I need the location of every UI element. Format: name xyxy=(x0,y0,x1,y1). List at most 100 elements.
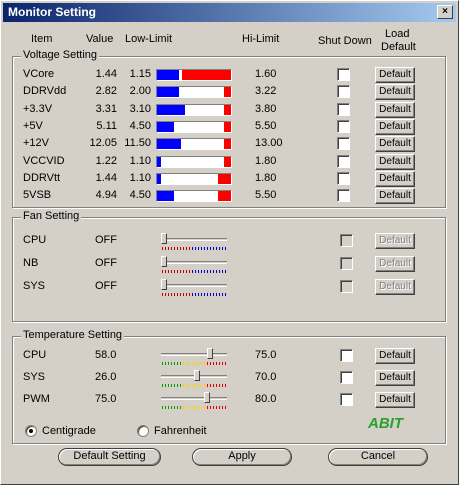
low-limit-fill xyxy=(157,139,181,150)
voltage-shutdown-checkbox[interactable] xyxy=(337,119,350,133)
temperature-value: 75.0 xyxy=(95,393,117,405)
voltage-shutdown-checkbox[interactable] xyxy=(337,68,350,81)
fan-item-label: CPU xyxy=(23,234,47,246)
voltage-hi-limit: 1.60 xyxy=(255,68,277,80)
voltage-range-bar[interactable] xyxy=(156,138,232,151)
voltage-range-bar[interactable] xyxy=(156,103,232,116)
voltage-default-button[interactable]: Default xyxy=(375,153,415,170)
fan-setting-label: Fan Setting xyxy=(21,210,82,222)
fan-speed-slider[interactable] xyxy=(161,279,227,299)
hi-limit-fill xyxy=(217,191,231,202)
fahrenheit-radio[interactable] xyxy=(137,425,149,437)
temperature-hi-limit: 75.0 xyxy=(255,349,277,361)
low-limit-fill xyxy=(157,70,180,80)
voltage-item-label: VCore xyxy=(23,68,55,80)
temperature-default-button[interactable]: Default xyxy=(375,348,415,364)
fan-shutdown-checkbox[interactable] xyxy=(340,234,353,247)
voltage-item-label: +5V xyxy=(23,119,43,132)
slider-thumb[interactable] xyxy=(161,233,167,244)
fan-speed-slider[interactable] xyxy=(161,256,227,276)
voltage-item-label: +3.3V xyxy=(23,102,53,115)
slider-thumb[interactable] xyxy=(204,392,211,403)
temperature-default-button[interactable]: Default xyxy=(375,370,415,386)
fan-shutdown-checkbox[interactable] xyxy=(340,257,353,270)
low-limit-fill xyxy=(157,87,180,98)
voltage-hi-limit: 3.80 xyxy=(255,102,277,115)
slider-thumb[interactable] xyxy=(206,348,213,359)
low-limit-fill xyxy=(157,173,162,184)
voltage-shutdown-checkbox[interactable] xyxy=(337,85,350,99)
voltage-value: 5.11 xyxy=(96,119,117,132)
fan-default-button[interactable]: Default xyxy=(375,279,415,295)
hi-limit-fill xyxy=(223,121,231,132)
voltage-hi-limit: 13.00 xyxy=(255,137,283,150)
fan-item-label: NB xyxy=(23,257,39,269)
voltage-shutdown-checkbox[interactable] xyxy=(337,171,350,185)
temperature-shutdown-checkbox[interactable] xyxy=(340,371,353,384)
fan-shutdown-checkbox[interactable] xyxy=(340,280,353,293)
slider-thumb[interactable] xyxy=(194,370,200,381)
voltage-range-bar[interactable] xyxy=(156,69,232,81)
voltage-low-limit: 1.10 xyxy=(129,171,151,184)
centigrade-radio[interactable] xyxy=(25,425,37,437)
slider-scale xyxy=(162,384,226,387)
apply-button[interactable]: Apply xyxy=(192,448,292,466)
monitor-setting-window: Monitor Setting × Item Value Low-Limit H… xyxy=(0,0,459,485)
voltage-default-button[interactable]: Default xyxy=(375,67,415,83)
low-limit-fill xyxy=(157,104,186,115)
temperature-default-button[interactable]: Default xyxy=(375,392,415,408)
slider-thumb[interactable] xyxy=(161,279,167,290)
temperature-limit-slider[interactable] xyxy=(161,370,227,390)
fan-default-button[interactable]: Default xyxy=(375,233,415,249)
voltage-low-limit: 1.15 xyxy=(129,68,151,80)
fan-value: OFF xyxy=(95,280,117,292)
fan-default-button[interactable]: Default xyxy=(375,256,415,272)
temperature-item-label: PWM xyxy=(23,393,50,405)
voltage-hi-limit: 5.50 xyxy=(255,189,277,202)
voltage-default-button[interactable]: Default xyxy=(375,188,415,205)
cancel-button[interactable]: Cancel xyxy=(328,448,428,466)
temperature-value: 58.0 xyxy=(95,349,117,361)
temperature-setting-label: Temperature Setting xyxy=(21,329,125,341)
voltage-shutdown-checkbox[interactable] xyxy=(337,102,350,116)
voltage-range-bar[interactable] xyxy=(156,120,232,133)
temperature-limit-slider[interactable] xyxy=(161,392,227,412)
voltage-value: 1.44 xyxy=(95,68,117,80)
fan-value: OFF xyxy=(95,257,117,269)
temperature-value: 26.0 xyxy=(95,371,117,383)
voltage-value: 2.82 xyxy=(95,85,117,98)
voltage-default-button[interactable]: Default xyxy=(375,136,415,153)
temperature-limit-slider[interactable] xyxy=(161,348,227,368)
voltage-range-bar[interactable] xyxy=(156,86,232,99)
voltage-range-bar[interactable] xyxy=(156,155,232,168)
voltage-item-label: 5VSB xyxy=(23,189,52,202)
voltage-low-limit: 3.10 xyxy=(129,102,151,115)
voltage-shutdown-checkbox[interactable] xyxy=(337,189,350,203)
temperature-shutdown-checkbox[interactable] xyxy=(340,393,353,406)
voltage-range-bar[interactable] xyxy=(156,190,232,203)
header-item: Item xyxy=(31,33,53,45)
low-limit-fill xyxy=(157,191,175,202)
voltage-low-limit: 2.00 xyxy=(129,85,151,98)
voltage-value: 4.94 xyxy=(95,189,117,202)
temperature-shutdown-checkbox[interactable] xyxy=(340,349,353,362)
voltage-default-button[interactable]: Default xyxy=(375,118,415,135)
voltage-shutdown-checkbox[interactable] xyxy=(337,137,350,151)
slider-thumb[interactable] xyxy=(161,256,167,267)
default-setting-button[interactable]: Default Setting xyxy=(58,448,161,466)
header-shut-down: Shut Down xyxy=(318,35,372,47)
voltage-item-label: DDRVtt xyxy=(23,171,61,184)
title-bar[interactable]: Monitor Setting × xyxy=(3,3,456,22)
close-button[interactable]: × xyxy=(437,5,453,19)
voltage-shutdown-checkbox[interactable] xyxy=(337,154,350,168)
slider-scale xyxy=(162,362,226,365)
slider-scale xyxy=(162,293,226,296)
voltage-default-button[interactable]: Default xyxy=(375,84,415,101)
centigrade-label: Centigrade xyxy=(42,425,96,437)
voltage-range-bar[interactable] xyxy=(156,172,232,185)
voltage-default-button[interactable]: Default xyxy=(375,101,415,118)
voltage-low-limit: 1.10 xyxy=(129,154,151,167)
fan-speed-slider[interactable] xyxy=(161,233,227,253)
voltage-default-button[interactable]: Default xyxy=(375,170,415,187)
hi-limit-fill xyxy=(223,104,231,115)
